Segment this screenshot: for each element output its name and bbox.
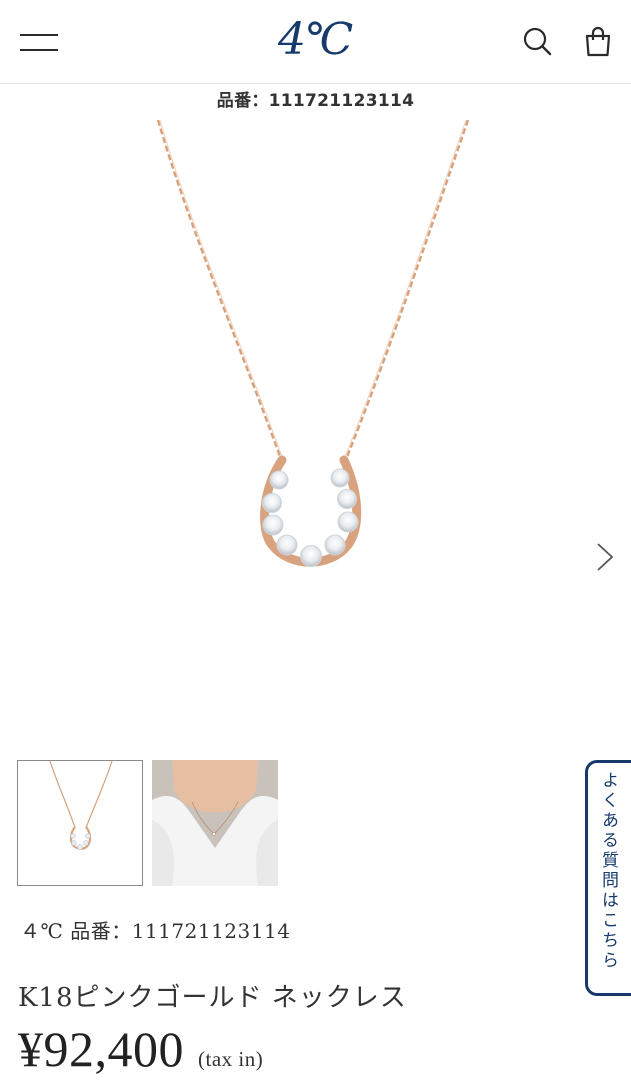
product-name: K18ピンクゴールド ネックレス bbox=[18, 983, 407, 1013]
thumbnail-necklace[interactable] bbox=[17, 760, 143, 886]
brand-logo[interactable]: 4℃ bbox=[278, 14, 358, 70]
thumbnail-model[interactable] bbox=[152, 760, 278, 886]
shopping-bag-icon[interactable] bbox=[583, 26, 613, 58]
main-product-image[interactable] bbox=[0, 119, 631, 740]
product-price: ¥92,400 bbox=[18, 1021, 184, 1077]
menu-line-top bbox=[20, 34, 58, 36]
necklace-illustration bbox=[156, 119, 470, 567]
search-icon[interactable] bbox=[521, 26, 553, 58]
tax-label: (tax in) bbox=[198, 1047, 264, 1071]
price-row: ¥92,400 (tax in) bbox=[18, 1020, 263, 1080]
menu-line-bottom bbox=[20, 49, 58, 51]
chevron-right-icon[interactable] bbox=[592, 540, 616, 574]
hamburger-menu-icon[interactable] bbox=[20, 30, 58, 54]
site-header: 4℃ bbox=[0, 0, 631, 84]
model-wearing-necklace-thumbnail bbox=[152, 760, 278, 886]
horseshoe-necklace-thumbnail bbox=[49, 761, 113, 850]
product-code-header: 品番：111721123114 bbox=[216, 91, 415, 111]
faq-side-tab[interactable]: よくある質問はこちら bbox=[585, 760, 631, 996]
logo-text: 4℃ bbox=[278, 14, 353, 65]
brand-product-code: ４℃ 品番：111721123114 bbox=[20, 919, 291, 943]
faq-label: よくある質問はこちら bbox=[598, 771, 618, 971]
